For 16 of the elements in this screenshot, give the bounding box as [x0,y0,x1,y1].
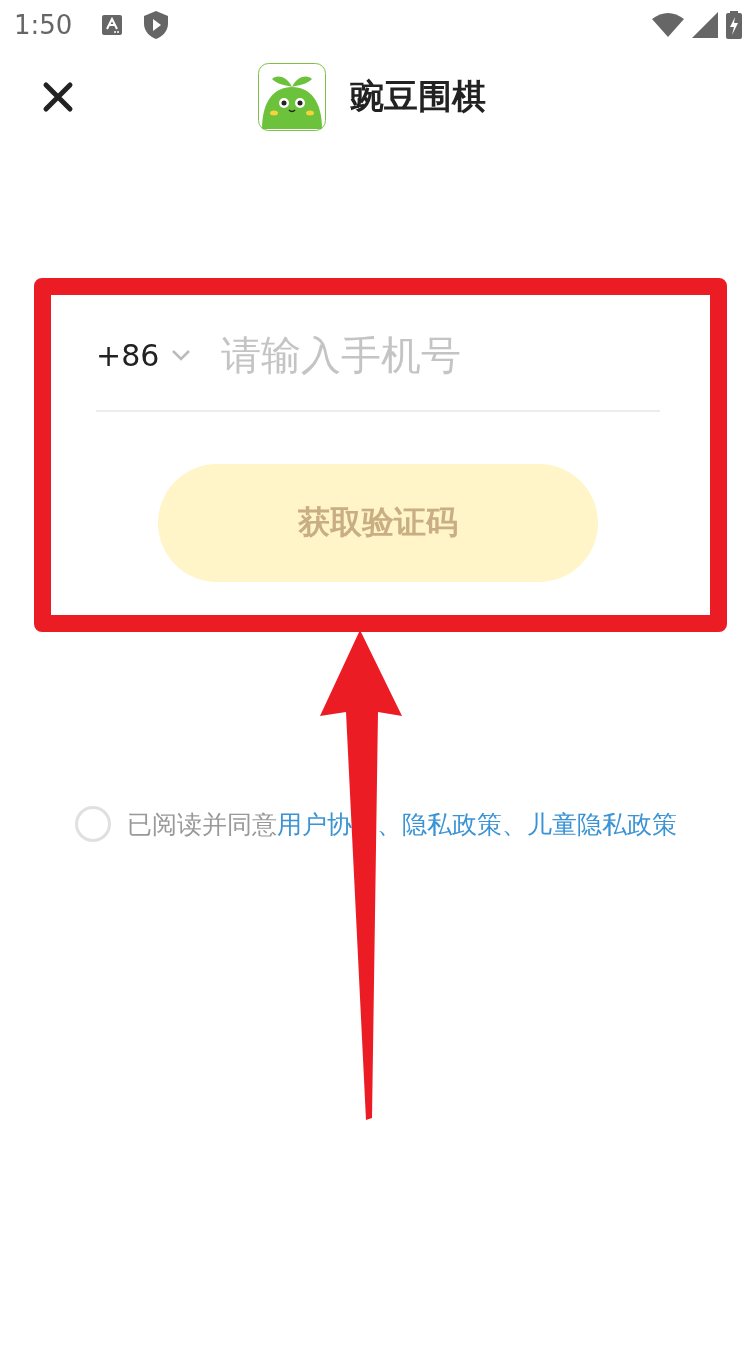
wifi-icon [652,13,684,37]
font-icon [102,15,123,35]
policy-link[interactable]: 隐私政策 [402,809,502,839]
chevron-down-icon [171,349,192,361]
status-time: 1:50 [14,10,73,40]
app-logo-icon [258,63,326,131]
policy-link[interactable]: 儿童隐私政策 [527,809,677,839]
phone-input-field[interactable]: 请输入手机号 [221,332,542,378]
country-code-dropdown[interactable]: +86 [96,337,192,373]
signal-icon [692,12,718,38]
agreement-text: 已阅读并同意用户协 、隐私政策、儿童隐私政策 [127,808,677,841]
battery-charging-icon [726,11,742,39]
policy-link[interactable]: 用户协 [277,809,352,839]
app-title: 豌豆围棋 [350,75,486,118]
shield-play-icon [144,11,169,39]
agreement-checkbox[interactable] [75,806,111,842]
